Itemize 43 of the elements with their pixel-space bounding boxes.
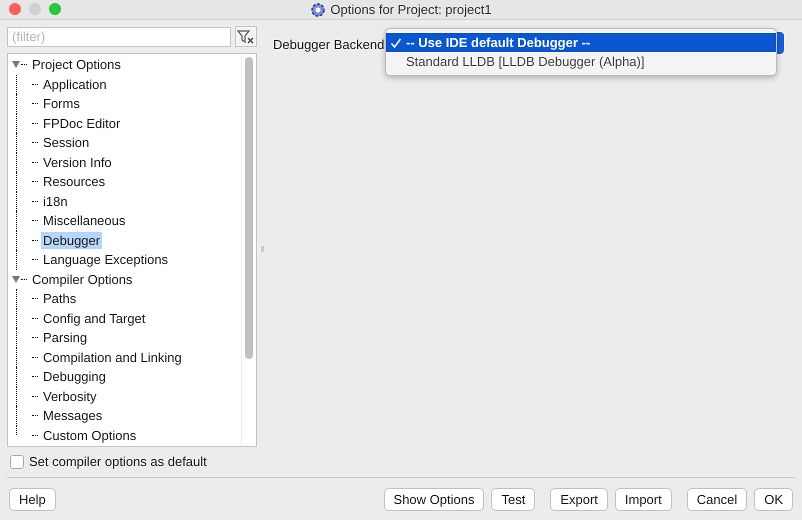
menu-item[interactable]: -- Use IDE default Debugger -- — [386, 33, 776, 52]
tree-item[interactable]: Language Exceptions — [41, 251, 170, 268]
checkmark-icon — [390, 36, 402, 48]
tree-item[interactable]: Messages — [41, 407, 104, 424]
filter-field[interactable]: (filter) — [7, 26, 231, 46]
tree-item[interactable]: Project Options — [30, 56, 123, 74]
field-label: Debugger Backend — [273, 36, 385, 52]
checkbox[interactable] — [10, 454, 24, 468]
dialog-button[interactable]: Cancel — [686, 488, 748, 510]
tree-item[interactable]: Compilation and Linking — [41, 348, 184, 366]
tree-item[interactable]: Session — [41, 134, 92, 152]
tree-item[interactable]: Parsing — [41, 329, 90, 346]
dialog-button[interactable]: Help — [9, 488, 56, 510]
tree-item[interactable]: Miscellaneous — [41, 212, 128, 230]
expander-icon[interactable] — [12, 61, 20, 68]
zoom-button[interactable] — [49, 3, 61, 15]
tree-item[interactable]: Paths — [41, 290, 78, 308]
tree-item[interactable]: Resources — [41, 173, 108, 190]
tree-item[interactable]: Debugging — [41, 368, 108, 386]
checkbox-label: Set compiler options as default — [29, 454, 207, 469]
window-title: Options for Project: project1 — [330, 2, 492, 17]
tree-item[interactable]: i18n — [41, 192, 70, 210]
dialog-button[interactable]: Export — [550, 488, 608, 510]
dialog-button[interactable]: OK — [754, 488, 793, 510]
tree-item[interactable]: Version Info — [41, 154, 114, 171]
tree-item[interactable]: Application — [41, 76, 109, 93]
tree-item[interactable]: Debugger — [41, 232, 102, 249]
tree-item[interactable]: Custom Options — [41, 426, 138, 444]
gear-icon — [310, 2, 326, 18]
scrollbar-thumb[interactable] — [245, 57, 253, 359]
tree-item[interactable]: Forms — [41, 95, 82, 112]
dialog-button[interactable]: Test — [491, 488, 536, 510]
menu-item[interactable]: Standard LLDB [LLDB Debugger (Alpha)] — [386, 52, 776, 71]
expander-icon[interactable] — [12, 276, 20, 283]
dialog-button[interactable]: Show Options — [384, 488, 484, 510]
close-button[interactable] — [9, 3, 21, 15]
tree-item[interactable]: Compiler Options — [30, 270, 134, 288]
tree-item[interactable]: Config and Target — [41, 310, 148, 327]
tree-item[interactable]: FPDoc Editor — [41, 114, 122, 132]
clear-filter-button[interactable] — [235, 26, 257, 47]
funnel-icon — [237, 28, 255, 44]
dialog-button[interactable]: Import — [614, 488, 672, 510]
tree-item[interactable]: Verbosity — [41, 388, 98, 405]
